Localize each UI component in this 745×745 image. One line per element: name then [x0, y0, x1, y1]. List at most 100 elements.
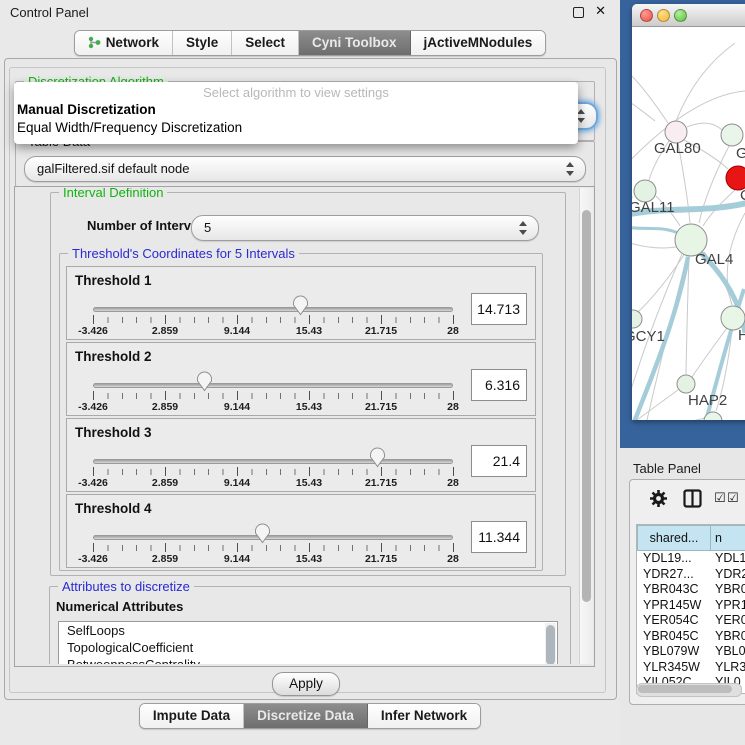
slider-major-tick — [165, 543, 166, 552]
slider-major-tick — [165, 315, 166, 324]
select-columns-icon[interactable]: ☑ — [714, 490, 726, 506]
panel-scrollbar[interactable] — [579, 188, 593, 664]
network-node[interactable] — [677, 375, 695, 393]
select-all-icon[interactable]: ☑ — [727, 490, 739, 506]
slider-major-tick — [237, 543, 238, 552]
slider-major-tick — [93, 467, 94, 476]
tab-style[interactable]: Style — [173, 31, 232, 55]
gear-icon[interactable] — [649, 489, 668, 508]
slider-major-tick — [309, 467, 310, 476]
slider-minor-ticks — [93, 317, 455, 323]
table-data-combobox[interactable]: galFiltered.sif default node — [24, 156, 586, 182]
threshold-value-field[interactable]: 14.713 — [471, 293, 527, 325]
table-cell[interactable]: YBR045C — [637, 629, 711, 645]
slider-thumb[interactable] — [254, 523, 271, 544]
table-cell[interactable]: YDR2 — [711, 567, 745, 583]
table-cell[interactable]: YBL079W — [637, 644, 711, 660]
table-cell[interactable]: YBR043C — [637, 582, 711, 598]
network-canvas[interactable]: GAL80GCGAL11GAL4GCY1HHAP2 — [632, 27, 745, 420]
table-row[interactable]: YBR045CYBR0 — [637, 629, 745, 645]
table-cell[interactable]: YBR0 — [711, 582, 745, 598]
slider-major-tick — [453, 391, 454, 400]
list-scrollbar-thumb[interactable] — [546, 625, 555, 664]
table-row[interactable]: YDL19...YDL1 — [637, 551, 745, 567]
table-row[interactable]: YPR145WYPR1 — [637, 598, 745, 614]
table-row[interactable]: YBR043CYBR0 — [637, 582, 745, 598]
table-cell[interactable]: YLR3 — [711, 660, 745, 676]
list-scrollbar[interactable] — [545, 623, 556, 664]
slider-tick-label: 2.859 — [139, 325, 191, 337]
table-cell[interactable]: YDL1 — [711, 551, 745, 567]
interval-definition-group: Interval Definition Number of Intervals … — [50, 192, 566, 576]
table-row[interactable]: YDR27...YDR2 — [637, 567, 745, 583]
close-traffic-light-icon[interactable] — [640, 9, 653, 22]
table-cell[interactable]: YPR145W — [637, 598, 711, 614]
network-icon — [88, 36, 101, 49]
table-cell[interactable]: YER0 — [711, 613, 745, 629]
threshold-value-field[interactable]: 21.4 — [471, 445, 527, 477]
slider-major-tick — [381, 543, 382, 552]
tab-cyni-toolbox[interactable]: Cyni Toolbox — [299, 31, 411, 55]
tab-discretize-data[interactable]: Discretize Data — [244, 704, 368, 728]
table-hscrollbar[interactable] — [636, 683, 742, 697]
table-cell[interactable]: YBR0 — [711, 629, 745, 645]
slider-track[interactable] — [93, 459, 453, 464]
numerical-attributes-label: Numerical Attributes — [56, 599, 183, 614]
dropdown-option-equal-width[interactable]: Equal Width/Frequency Discretization — [14, 119, 578, 137]
num-intervals-combobox[interactable]: 5 — [191, 215, 539, 241]
network-window-titlebar[interactable] — [632, 4, 745, 27]
table-row[interactable]: YBL079WYBL0 — [637, 644, 745, 660]
attribute-list-item[interactable]: SelfLoops — [59, 622, 557, 639]
table-cell[interactable]: YLR345W — [637, 660, 711, 676]
tab-label: Cyni Toolbox — [312, 35, 397, 50]
slider-tick-label: 9.144 — [211, 325, 263, 337]
slider-major-tick — [309, 543, 310, 552]
network-node[interactable] — [632, 310, 642, 328]
table-cell[interactable]: YDL19... — [637, 551, 711, 567]
attribute-list-item[interactable]: TopologicalCoefficient — [59, 639, 557, 656]
tab-label: Select — [245, 35, 285, 50]
attributes-group: Attributes to discretize Numerical Attri… — [49, 586, 571, 664]
slider-thumb[interactable] — [196, 371, 213, 392]
float-window-icon[interactable] — [573, 7, 584, 18]
tab-label: Impute Data — [153, 708, 230, 723]
table-cell[interactable]: YER054C — [637, 613, 711, 629]
table-cell[interactable]: YBL0 — [711, 644, 745, 660]
table-row[interactable]: YER054CYER0 — [637, 613, 745, 629]
num-intervals-value: 5 — [204, 220, 211, 235]
control-panel: Control Panel ✕ Network Style Select — [0, 0, 620, 745]
slider-thumb[interactable] — [292, 295, 309, 316]
table-cell[interactable]: YDR27... — [637, 567, 711, 583]
slider-track[interactable] — [93, 307, 453, 312]
dropdown-option-manual[interactable]: Manual Discretization — [14, 101, 578, 119]
group-title: Attributes to discretize — [58, 579, 194, 594]
network-view-window[interactable]: GAL80GCGAL11GAL4GCY1HHAP2 — [632, 4, 745, 420]
apply-button[interactable]: Apply — [272, 672, 340, 696]
tab-impute-data[interactable]: Impute Data — [140, 704, 244, 728]
column-header-shared-name[interactable]: shared... — [637, 525, 711, 551]
attribute-list-item[interactable]: BetweennessCentrality — [59, 656, 557, 664]
network-node[interactable] — [721, 124, 743, 146]
minimize-traffic-light-icon[interactable] — [657, 9, 670, 22]
tab-infer-network[interactable]: Infer Network — [368, 704, 480, 728]
numerical-attributes-list[interactable]: SelfLoopsTopologicalCoefficientBetweenne… — [58, 621, 558, 664]
tab-select[interactable]: Select — [232, 31, 299, 55]
column-header-name[interactable]: n — [711, 525, 745, 551]
tab-group: Network Style Select Cyni Toolbox jActiv… — [74, 30, 547, 56]
close-icon[interactable]: ✕ — [595, 3, 606, 19]
split-columns-icon[interactable] — [683, 489, 702, 508]
panel-scrollbar-thumb[interactable] — [582, 210, 591, 602]
tab-network[interactable]: Network — [75, 31, 173, 55]
zoom-traffic-light-icon[interactable] — [674, 9, 687, 22]
threshold-value-field[interactable]: 11.344 — [471, 521, 527, 553]
slider-thumb[interactable] — [369, 447, 386, 468]
table-cell[interactable]: YPR1 — [711, 598, 745, 614]
cyni-toolbox-panel: Discretization Algorithm Select algorith… — [4, 58, 617, 700]
tab-jactivemnodules[interactable]: jActiveMNodules — [411, 31, 546, 55]
slider-track[interactable] — [93, 535, 453, 540]
table-hscrollbar-thumb[interactable] — [638, 685, 732, 693]
thresholds-group: Threshold's Coordinates for 5 Intervals … — [59, 253, 543, 571]
table-row[interactable]: YLR345WYLR3 — [637, 660, 745, 676]
slider-track[interactable] — [93, 383, 453, 388]
threshold-value-field[interactable]: 6.316 — [471, 369, 527, 401]
